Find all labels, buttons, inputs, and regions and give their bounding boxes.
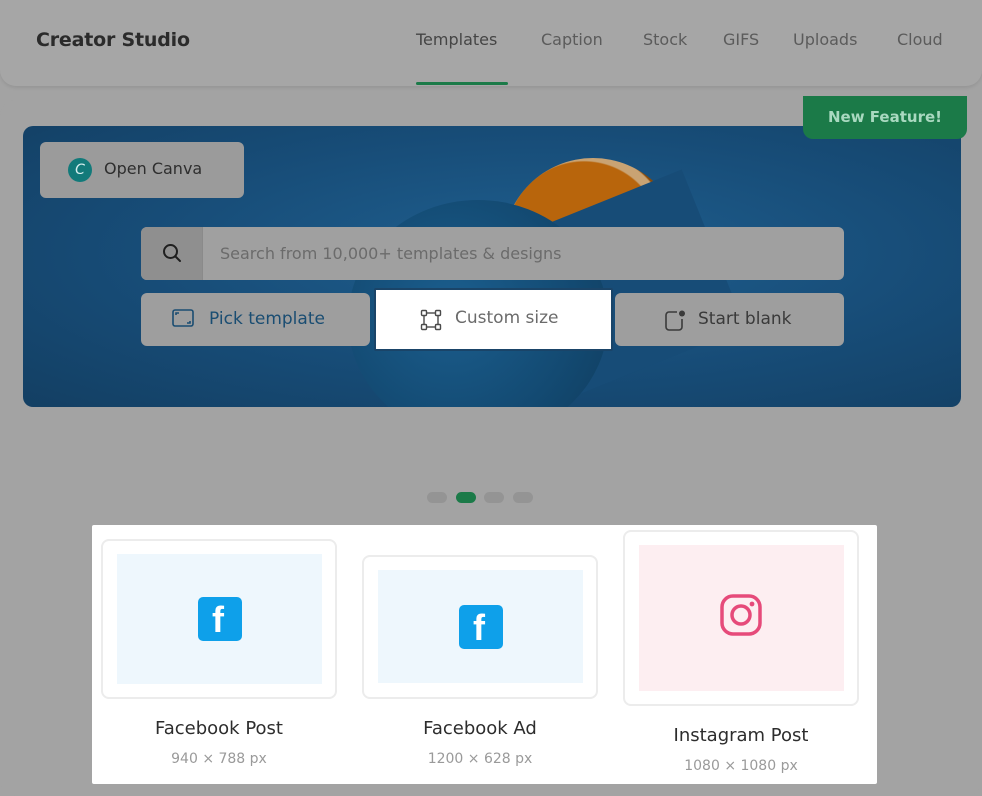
carousel-dot-4[interactable] — [513, 492, 533, 503]
template-thumbnail: f — [117, 554, 322, 684]
tab-stock[interactable]: Stock — [643, 30, 687, 49]
blank-page-icon — [665, 310, 685, 331]
start-blank-button[interactable]: Start blank — [615, 293, 844, 346]
start-blank-label: Start blank — [698, 309, 792, 329]
carousel-dot-2[interactable] — [456, 492, 476, 503]
brand-title: Creator Studio — [36, 29, 190, 51]
tab-gifs[interactable]: GIFS — [723, 30, 759, 49]
template-title: Facebook Post — [155, 718, 283, 739]
instagram-icon — [720, 594, 762, 636]
canva-logo-icon: C — [68, 158, 92, 182]
template-thumbnail — [639, 545, 844, 691]
template-search — [141, 227, 844, 280]
tab-caption[interactable]: Caption — [541, 30, 603, 49]
template-card-facebook-ad[interactable]: f — [362, 555, 598, 699]
pick-template-label: Pick template — [209, 309, 325, 329]
carousel-dot-1[interactable] — [427, 492, 447, 503]
search-input[interactable] — [204, 227, 844, 280]
new-feature-badge: New Feature! — [803, 96, 967, 139]
template-size: 1080 × 1080 px — [684, 758, 798, 774]
template-title: Instagram Post — [673, 725, 809, 746]
template-size: 940 × 788 px — [171, 751, 267, 767]
pick-template-button[interactable]: Pick template — [141, 293, 370, 346]
custom-size-button[interactable]: Custom size — [374, 288, 613, 351]
image-frame-icon — [172, 309, 194, 327]
template-size: 1200 × 628 px — [427, 751, 533, 767]
open-canva-button[interactable]: C Open Canva — [40, 142, 244, 198]
top-header: Creator Studio Templates Caption Stock G… — [0, 0, 982, 86]
search-icon[interactable] — [141, 227, 203, 280]
template-cards: f Facebook Post 940 × 788 px f Facebook … — [92, 525, 877, 784]
tab-cloud[interactable]: Cloud — [897, 30, 943, 49]
carousel-dot-3[interactable] — [484, 492, 504, 503]
tab-templates[interactable]: Templates — [416, 30, 497, 49]
facebook-icon: f — [459, 605, 503, 649]
resize-frame-icon — [420, 309, 442, 331]
template-card-instagram-post[interactable] — [623, 530, 859, 706]
open-canva-label: Open Canva — [104, 159, 203, 178]
tab-uploads[interactable]: Uploads — [793, 30, 857, 49]
template-title: Facebook Ad — [423, 718, 537, 739]
facebook-icon: f — [198, 597, 242, 641]
template-card-facebook-post[interactable]: f — [101, 539, 337, 699]
custom-size-inner: Custom size — [379, 293, 608, 346]
template-thumbnail: f — [378, 570, 583, 683]
custom-size-label: Custom size — [455, 308, 559, 328]
active-tab-indicator — [416, 82, 508, 85]
